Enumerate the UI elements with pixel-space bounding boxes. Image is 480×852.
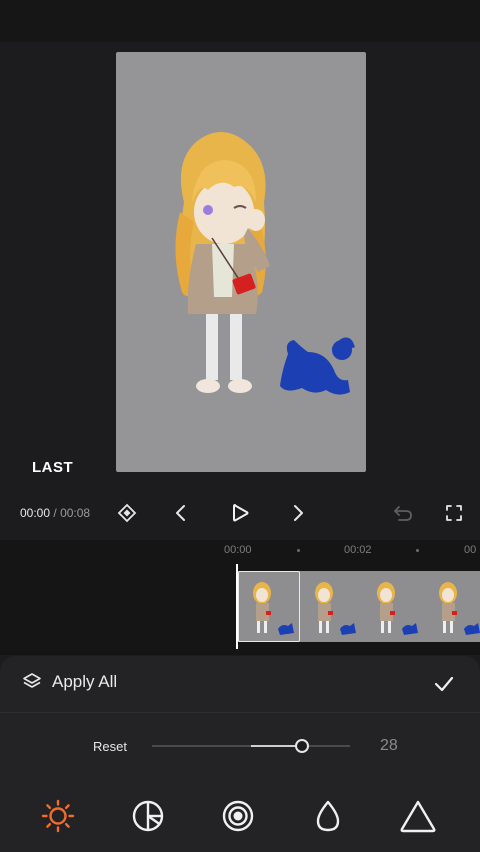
- contrast-tool[interactable]: [128, 796, 168, 836]
- ruler-label: 00: [464, 544, 477, 556]
- exposure-icon: [316, 800, 340, 832]
- next-frame-button[interactable]: [283, 498, 313, 528]
- adjust-tools: [0, 792, 480, 842]
- watermark-label: LAST: [32, 459, 74, 476]
- selected-frame-indicator: [238, 571, 300, 642]
- top-bar: [0, 0, 480, 42]
- exposure-tool[interactable]: [308, 796, 348, 836]
- undo-button[interactable]: [388, 498, 418, 528]
- saturation-tool[interactable]: [218, 796, 258, 836]
- sharpen-icon: [400, 800, 436, 833]
- ruler-dot: [416, 549, 419, 552]
- timeline[interactable]: 00:00 00:02 00: [0, 540, 480, 655]
- apply-all-label: Apply All: [52, 672, 118, 691]
- brightness-tool[interactable]: [38, 796, 78, 836]
- ruler-label: 00:00: [224, 544, 252, 556]
- duration: 00:08: [60, 506, 91, 520]
- ruler-dot: [297, 549, 300, 552]
- slider-knob[interactable]: [295, 739, 309, 753]
- check-icon: [434, 676, 454, 692]
- layers-icon: [23, 673, 41, 688]
- chevron-left-icon: [176, 505, 185, 521]
- fullscreen-button[interactable]: [439, 498, 469, 528]
- playhead[interactable]: [236, 564, 238, 649]
- confirm-button[interactable]: [430, 670, 458, 698]
- ruler-label: 00:02: [344, 544, 372, 556]
- contrast-icon: [132, 800, 164, 832]
- previous-frame-button[interactable]: [166, 498, 196, 528]
- clip-thumbnail: [300, 571, 362, 642]
- current-time: 00:00: [20, 506, 51, 520]
- adjust-panel: Apply All Reset 28: [0, 656, 480, 852]
- brightness-icon: [41, 799, 75, 833]
- time-readout: 00:00 / 00:08: [20, 506, 90, 520]
- reset-button[interactable]: Reset: [93, 739, 127, 754]
- saturation-icon: [222, 800, 254, 832]
- keyframe-icon: [117, 503, 137, 523]
- chevron-right-icon: [294, 505, 303, 521]
- slider-value: 28: [380, 737, 398, 754]
- play-icon: [233, 504, 249, 522]
- fullscreen-icon: [446, 505, 462, 521]
- slider-fill: [251, 745, 301, 747]
- undo-icon: [394, 506, 412, 521]
- adjust-slider[interactable]: [152, 739, 350, 753]
- panel-header: Apply All: [0, 656, 480, 713]
- video-preview-canvas[interactable]: [116, 52, 366, 472]
- apply-all-button[interactable]: Apply All: [22, 672, 117, 692]
- clip-thumbnail: [362, 571, 424, 642]
- clip-thumbnail: [424, 571, 480, 642]
- playback-controls: 00:00 / 00:08: [0, 490, 480, 536]
- keyframe-button[interactable]: [112, 498, 142, 528]
- play-button[interactable]: [225, 498, 255, 528]
- time-separator: /: [53, 506, 57, 520]
- preview-illustration: [175, 132, 355, 395]
- sharpen-tool[interactable]: [398, 796, 438, 836]
